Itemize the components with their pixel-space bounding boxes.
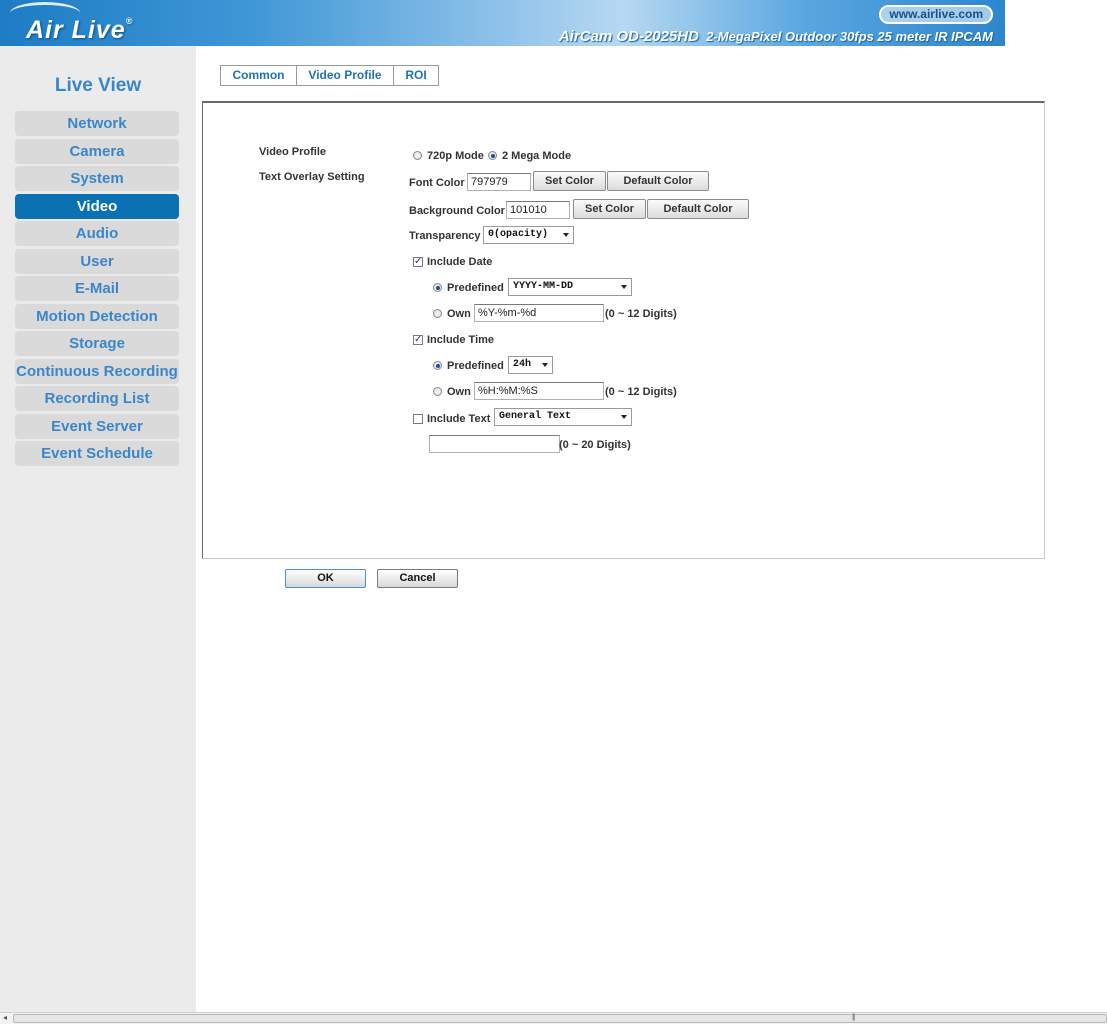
mode-2mega-radio[interactable] [488,151,497,160]
horizontal-scrollbar[interactable]: ◂ ||| [0,1012,1107,1024]
time-own-label: Own [447,386,471,398]
live-view-link[interactable]: Live View [0,75,196,97]
background-default-color-button[interactable]: Default Color [647,199,749,219]
text-overlay-label: Text Overlay Setting [259,171,365,183]
time-own-input[interactable]: %H:%M:%S [474,382,604,400]
tab-roi[interactable]: ROI [393,65,439,86]
settings-panel: Video Profile Text Overlay Setting 720p … [202,101,1045,559]
background-set-color-button[interactable]: Set Color [573,199,646,219]
header-banner: Air Live® www.airlive.com AirCam OD-2025… [0,0,1005,46]
custom-text-input[interactable] [429,435,560,453]
time-own-radio[interactable] [433,387,442,396]
airlive-logo: Air Live® [26,16,134,44]
date-own-digits-hint: (0 ~ 12 Digits) [605,308,677,320]
transparency-select[interactable]: 0(opacity) [483,226,574,244]
sidebar-item-event-schedule[interactable]: Event Schedule [15,441,179,466]
time-predefined-label: Predefined [447,360,504,372]
transparency-label: Transparency [409,230,481,242]
include-time-label: Include Time [427,334,495,346]
include-date-label: Include Date [427,256,493,268]
video-profile-label: Video Profile [259,146,327,158]
chevron-down-icon [542,363,548,367]
tab-common[interactable]: Common [220,65,297,86]
time-format-select[interactable]: 24h [508,356,553,374]
sidebar-item-video[interactable]: Video [15,194,179,219]
product-model: AirCam OD-2025HD [558,28,699,45]
sidebar-item-camera[interactable]: Camera [15,139,179,164]
chevron-down-icon [621,285,627,289]
sidebar-item-network[interactable]: Network [15,111,179,136]
include-time-checkbox[interactable]: ✓ [413,335,423,345]
background-color-input[interactable]: 101010 [506,201,570,219]
include-text-label: Include Text [427,413,491,425]
date-format-select[interactable]: YYYY-MM-DD [508,278,632,296]
font-set-color-button[interactable]: Set Color [533,171,606,191]
ok-button[interactable]: OK [285,569,366,588]
scrollbar-thumb[interactable] [13,1014,1107,1023]
sidebar-item-event-server[interactable]: Event Server [15,414,179,439]
sidebar-item-motion-detection[interactable]: Motion Detection [15,304,179,329]
product-tagline: 2-MegaPixel Outdoor 30fps 25 meter IR IP… [706,29,993,44]
background-color-label: Background Color [409,205,505,217]
sidebar-item-e-mail[interactable]: E-Mail [15,276,179,301]
cancel-button[interactable]: Cancel [377,569,458,588]
mode-2mega-label: 2 Mega Mode [502,150,572,162]
sidebar-item-continuous-recording[interactable]: Continuous Recording [15,359,179,384]
site-url-link[interactable]: www.airlive.com [879,5,993,24]
sidebar-item-recording-list[interactable]: Recording List [15,386,179,411]
sidebar-item-storage[interactable]: Storage [15,331,179,356]
time-own-digits-hint: (0 ~ 12 Digits) [605,386,677,398]
font-default-color-button[interactable]: Default Color [607,171,709,191]
date-own-radio[interactable] [433,309,442,318]
sidebar-item-user[interactable]: User [15,249,179,274]
include-date-checkbox[interactable]: ✓ [413,257,423,267]
font-color-label: Font Color [409,177,465,189]
tab-video-profile[interactable]: Video Profile [296,65,394,86]
date-predefined-label: Predefined [447,282,504,294]
include-text-checkbox[interactable] [413,414,423,424]
text-type-select[interactable]: General Text [494,408,632,426]
custom-text-digits-hint: (0 ~ 20 Digits) [559,439,631,451]
sidebar: Live View Network Camera System Video Audio U… [0,46,196,1012]
scrollbar-grip-icon: ||| [852,1014,856,1021]
sidebar-item-audio[interactable]: Audio [15,221,179,246]
font-color-input[interactable]: 797979 [467,173,531,191]
chevron-down-icon [563,233,569,237]
scroll-left-arrow-icon[interactable]: ◂ [3,1013,7,1022]
date-own-input[interactable]: %Y-%m-%d [474,304,604,322]
mode-720p-radio[interactable] [413,151,422,160]
mode-720p-label: 720p Mode [427,150,484,162]
sidebar-item-system[interactable]: System [15,166,179,191]
date-own-label: Own [447,308,471,320]
product-title: AirCam OD-2025HD 2-MegaPixel Outdoor 30f… [559,28,993,45]
date-predefined-radio[interactable] [433,283,442,292]
time-predefined-radio[interactable] [433,361,442,370]
chevron-down-icon [621,415,627,419]
